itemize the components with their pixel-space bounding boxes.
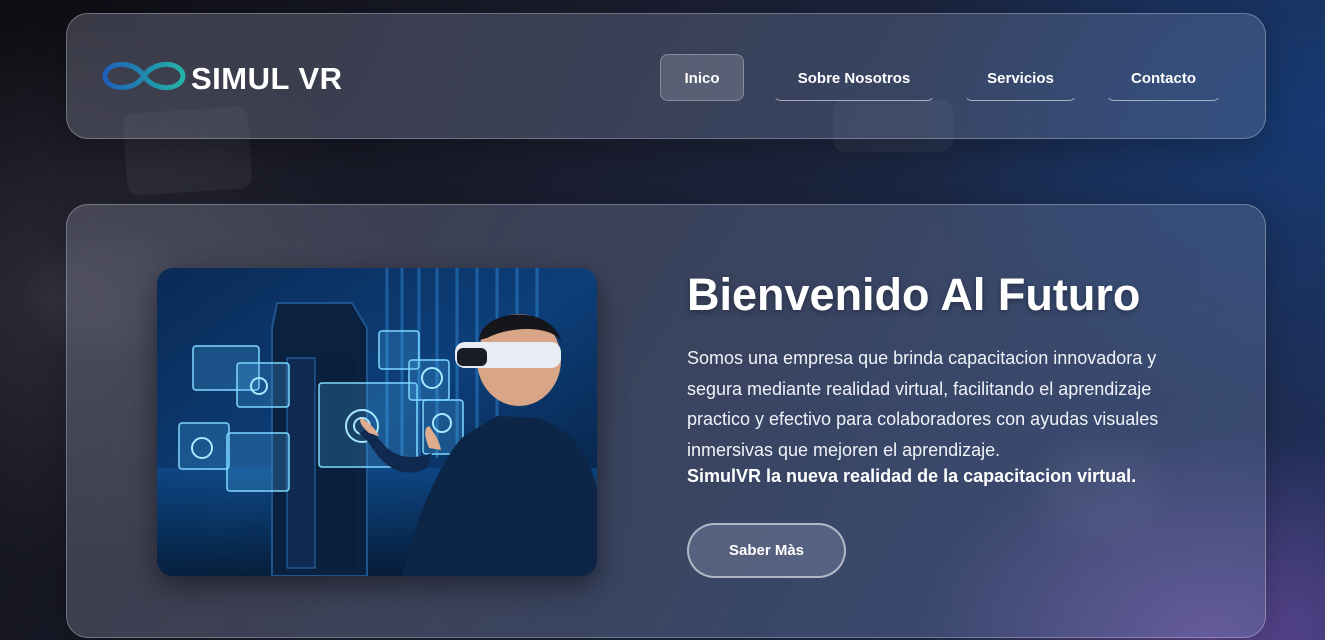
nav-item-sobre-nosotros[interactable]: Sobre Nosotros [773,54,935,101]
brand-name: SIMUL VR [191,60,343,96]
infinity-icon [99,58,189,99]
hero-title: Bienvenido Al Futuro [687,269,1141,320]
nav-item-inicio[interactable]: Inico [660,54,744,101]
main-nav: Inico Sobre Nosotros Servicios Contacto [660,54,1221,101]
navbar: SIMUL VR Inico Sobre Nosotros Servicios … [66,13,1266,139]
hero-image [157,268,597,576]
logo[interactable]: SIMUL VR [99,58,343,99]
hero-tagline: SimulVR la nueva realidad de la capacita… [687,466,1137,486]
hero-description: Somos una empresa que brinda capacitacio… [687,348,1159,460]
nav-item-contacto[interactable]: Contacto [1106,54,1221,101]
hero-section: Bienvenido Al Futuro Somos una empresa q… [66,204,1266,638]
nav-item-servicios[interactable]: Servicios [964,54,1077,101]
saber-mas-button[interactable]: Saber Màs [687,523,846,578]
